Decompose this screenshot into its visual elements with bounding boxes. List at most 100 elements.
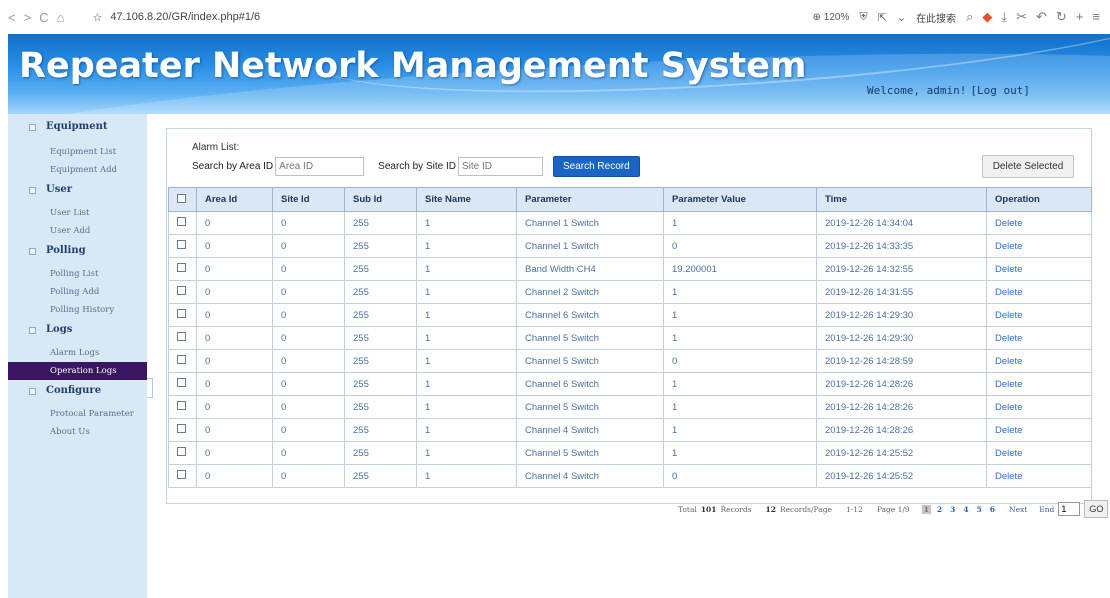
share-icon[interactable]: ⇱ bbox=[878, 11, 887, 24]
cell-parameter-value: 1 bbox=[663, 441, 817, 465]
undo-icon[interactable]: ↶ bbox=[1036, 9, 1047, 25]
table-row[interactable]: 0 0 255 1 Channel 4 Switch 0 2019-12-26 14:25:… bbox=[168, 464, 1092, 488]
delete-row-link[interactable]: Delete bbox=[995, 310, 1022, 321]
cell-parameter: Channel 5 Switch bbox=[516, 395, 664, 419]
address-bar[interactable]: ☆ 47.106.8.20/GR/index.php#1/6 bbox=[92, 11, 260, 24]
sidebar-item-equipment-add[interactable]: Equipment Add bbox=[8, 161, 147, 179]
delete-row-link[interactable]: Delete bbox=[995, 333, 1022, 344]
table-row[interactable]: 0 0 255 1 Channel 5 Switch 1 2019-12-26 14:28:… bbox=[168, 395, 1092, 419]
delete-row-link[interactable]: Delete bbox=[995, 425, 1022, 436]
sidebar-item-user-list[interactable]: User List bbox=[8, 204, 147, 222]
col-parameter[interactable]: Parameter bbox=[516, 187, 664, 212]
delete-row-link[interactable]: Delete bbox=[995, 287, 1022, 298]
sidebar-group-equipment[interactable]: Equipment bbox=[8, 116, 147, 138]
history-icon[interactable]: ↻ bbox=[1056, 9, 1067, 25]
page-link[interactable]: 6 bbox=[988, 505, 997, 514]
col-time[interactable]: Time bbox=[816, 187, 987, 212]
forward-icon[interactable]: > bbox=[24, 10, 32, 25]
page-link[interactable]: 5 bbox=[975, 505, 984, 514]
row-checkbox[interactable] bbox=[177, 401, 186, 410]
col-site-name[interactable]: Site Name bbox=[416, 187, 517, 212]
delete-row-link[interactable]: Delete bbox=[995, 218, 1022, 229]
col-sub-id[interactable]: Sub Id bbox=[344, 187, 417, 212]
row-checkbox[interactable] bbox=[177, 217, 186, 226]
sidebar-item-equipment-list[interactable]: Equipment List bbox=[8, 143, 147, 161]
row-checkbox[interactable] bbox=[177, 355, 186, 364]
select-all-checkbox[interactable] bbox=[177, 193, 186, 203]
page-link[interactable]: 4 bbox=[961, 505, 970, 514]
page-link-current[interactable]: 1 bbox=[921, 504, 931, 514]
col-parameter-value[interactable]: Parameter Value bbox=[663, 187, 817, 212]
star-icon[interactable]: ☆ bbox=[92, 11, 102, 24]
sidebar-group-logs[interactable]: Logs bbox=[8, 319, 147, 341]
row-checkbox[interactable] bbox=[177, 286, 186, 295]
zoom-level[interactable]: ⊕ 120% bbox=[813, 12, 850, 23]
row-checkbox[interactable] bbox=[177, 240, 186, 249]
logout-link[interactable]: [Log out] bbox=[970, 84, 1030, 97]
menu-icon[interactable]: ≡ bbox=[1092, 9, 1100, 25]
table-row[interactable]: 0 0 255 1 Band Width CH4 19.200001 2019-12-26 … bbox=[168, 257, 1092, 281]
home-icon[interactable]: ⌂ bbox=[57, 10, 65, 25]
table-row[interactable]: 0 0 255 1 Channel 5 Switch 1 2019-12-26 14:29:… bbox=[168, 326, 1092, 350]
col-site-id[interactable]: Site Id bbox=[272, 187, 345, 212]
delete-selected-button[interactable]: Delete Selected bbox=[982, 155, 1074, 178]
add-icon[interactable]: + bbox=[1076, 9, 1084, 25]
table-row[interactable]: 0 0 255 1 Channel 1 Switch 1 2019-12-26 14:34:… bbox=[168, 211, 1092, 235]
row-checkbox[interactable] bbox=[177, 263, 186, 272]
record-range: 1-12 bbox=[845, 504, 863, 514]
back-icon[interactable]: < bbox=[8, 10, 16, 25]
sidebar-item-alarm-logs[interactable]: Alarm Logs bbox=[8, 344, 147, 362]
delete-row-link[interactable]: Delete bbox=[995, 448, 1022, 459]
sidebar-item-polling-history[interactable]: Polling History bbox=[8, 301, 147, 319]
next-page-link[interactable]: Next bbox=[1009, 505, 1027, 514]
table-row[interactable]: 0 0 255 1 Channel 2 Switch 1 2019-12-26 14:31:… bbox=[168, 280, 1092, 304]
delete-row-link[interactable]: Delete bbox=[995, 356, 1022, 367]
sidebar-collapse-handle[interactable] bbox=[147, 378, 153, 398]
row-checkbox[interactable] bbox=[177, 378, 186, 387]
site-id-input[interactable] bbox=[457, 157, 543, 176]
game-icon[interactable]: ◆ bbox=[982, 9, 992, 25]
col-area-id[interactable]: Area Id bbox=[196, 187, 273, 212]
goto-page-input[interactable] bbox=[1058, 502, 1081, 516]
area-id-input[interactable] bbox=[275, 157, 365, 176]
row-checkbox[interactable] bbox=[177, 309, 186, 318]
go-button[interactable]: GO bbox=[1084, 500, 1109, 518]
table-row[interactable]: 0 0 255 1 Channel 6 Switch 1 2019-12-26 14:28:… bbox=[168, 372, 1092, 396]
page-link[interactable]: 2 bbox=[935, 505, 944, 514]
row-checkbox[interactable] bbox=[177, 424, 186, 433]
table-row[interactable]: 0 0 255 1 Channel 6 Switch 1 2019-12-26 14:29:… bbox=[168, 303, 1092, 327]
download-icon[interactable]: ⤓ bbox=[1001, 9, 1007, 25]
sidebar-item-user-add[interactable]: User Add bbox=[8, 222, 147, 240]
row-checkbox[interactable] bbox=[177, 332, 186, 341]
url-text: 47.106.8.20/GR/index.php#1/6 bbox=[110, 11, 261, 23]
row-checkbox[interactable] bbox=[177, 447, 186, 456]
browser-search[interactable]: 在此搜索 bbox=[916, 10, 956, 25]
row-checkbox[interactable] bbox=[177, 470, 186, 479]
reload-icon[interactable]: C bbox=[39, 10, 48, 25]
delete-row-link[interactable]: Delete bbox=[995, 402, 1022, 413]
sidebar-item-polling-list[interactable]: Polling List bbox=[8, 265, 147, 283]
sidebar-item-about-us[interactable]: About Us bbox=[8, 423, 147, 441]
sidebar-group-user[interactable]: User bbox=[8, 179, 147, 201]
delete-row-link[interactable]: Delete bbox=[995, 241, 1022, 252]
delete-row-link[interactable]: Delete bbox=[995, 471, 1022, 482]
sidebar-group-configure[interactable]: Configure bbox=[8, 380, 147, 402]
scissors-icon[interactable]: ✂ bbox=[1016, 9, 1027, 25]
end-page-link[interactable]: End bbox=[1039, 505, 1054, 514]
sidebar-group-polling[interactable]: Polling bbox=[8, 240, 147, 262]
search-record-button[interactable]: Search Record bbox=[552, 156, 640, 177]
sidebar-item-polling-add[interactable]: Polling Add bbox=[8, 283, 147, 301]
table-row[interactable]: 0 0 255 1 Channel 1 Switch 0 2019-12-26 14:33:… bbox=[168, 234, 1092, 258]
search-icon[interactable]: ⌕ bbox=[966, 9, 973, 25]
sidebar-item-operation-logs[interactable]: Operation Logs bbox=[8, 362, 147, 380]
page-link[interactable]: 3 bbox=[948, 505, 957, 514]
table-row[interactable]: 0 0 255 1 Channel 4 Switch 1 2019-12-26 14:28:… bbox=[168, 418, 1092, 442]
shield-icon[interactable]: ⛨ bbox=[859, 11, 867, 24]
delete-row-link[interactable]: Delete bbox=[995, 264, 1022, 275]
sidebar-item-protocal-parameter[interactable]: Protocal Parameter bbox=[8, 405, 147, 423]
cell-time: 2019-12-26 14:28:26 bbox=[816, 372, 987, 396]
delete-row-link[interactable]: Delete bbox=[995, 379, 1022, 390]
table-row[interactable]: 0 0 255 1 Channel 5 Switch 0 2019-12-26 14:28:… bbox=[168, 349, 1092, 373]
chevron-down-icon[interactable]: ⌄ bbox=[897, 11, 906, 24]
table-row[interactable]: 0 0 255 1 Channel 5 Switch 1 2019-12-26 14:25:… bbox=[168, 441, 1092, 465]
